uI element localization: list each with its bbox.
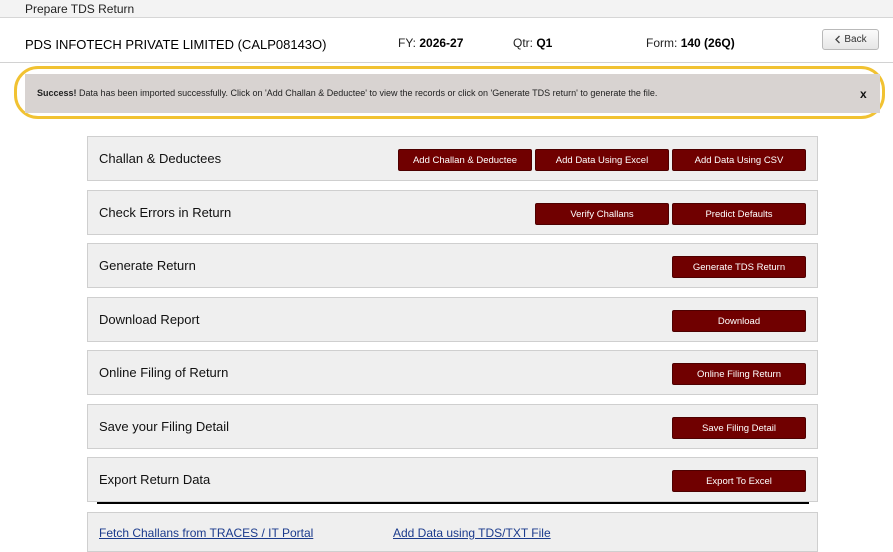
add-data-csv-button[interactable]: Add Data Using CSV bbox=[672, 149, 806, 171]
fetch-challans-link[interactable]: Fetch Challans from TRACES / IT Portal bbox=[99, 526, 313, 540]
online-filing-return-button[interactable]: Online Filing Return bbox=[672, 363, 806, 385]
section-title: Download Report bbox=[99, 312, 200, 327]
predict-defaults-button[interactable]: Predict Defaults bbox=[672, 203, 806, 225]
alert-close-button[interactable]: x bbox=[860, 87, 867, 101]
section-export-return-data: Export Return Data Export To Excel bbox=[87, 457, 818, 502]
section-divider bbox=[97, 502, 809, 504]
add-txt-data-link[interactable]: Add Data using TDS/TXT File bbox=[393, 526, 551, 540]
qtr-info: Qtr: Q1 bbox=[513, 36, 552, 50]
save-filing-detail-button[interactable]: Save Filing Detail bbox=[672, 417, 806, 439]
form-info: Form: 140 (26Q) bbox=[646, 36, 735, 50]
section-title: Export Return Data bbox=[99, 472, 211, 487]
generate-tds-return-button[interactable]: Generate TDS Return bbox=[672, 256, 806, 278]
section-generate-return: Generate Return Generate TDS Return bbox=[87, 243, 818, 288]
section-title: Online Filing of Return bbox=[99, 365, 229, 380]
fy-value: 2026-27 bbox=[419, 36, 464, 50]
section-title: Save your Filing Detail bbox=[99, 419, 230, 434]
alert-strong: Success! bbox=[37, 88, 77, 98]
form-label: Form: bbox=[646, 36, 678, 50]
window-title: Prepare TDS Return bbox=[25, 2, 135, 16]
page-header: PDS INFOTECH PRIVATE LIMITED (CALP08143O… bbox=[0, 18, 893, 63]
link-panel: Fetch Challans from TRACES / IT Portal A… bbox=[87, 512, 818, 552]
section-online-filing: Online Filing of Return Online Filing Re… bbox=[87, 350, 818, 395]
fy-info: FY: 2026-27 bbox=[398, 36, 463, 50]
section-check-errors: Check Errors in Return Verify Challans P… bbox=[87, 190, 818, 235]
alert-message: Success! Data has been imported successf… bbox=[37, 88, 657, 98]
export-to-excel-button[interactable]: Export To Excel bbox=[672, 470, 806, 492]
success-alert: Success! Data has been imported successf… bbox=[25, 74, 880, 113]
section-save-filing-detail: Save your Filing Detail Save Filing Deta… bbox=[87, 404, 818, 449]
qtr-value: Q1 bbox=[536, 36, 553, 50]
section-title: Generate Return bbox=[99, 258, 196, 273]
company-name: PDS INFOTECH PRIVATE LIMITED (CALP08143O… bbox=[25, 37, 327, 52]
section-challan-deductees: Challan & Deductees Add Challan & Deduct… bbox=[87, 136, 818, 181]
qtr-label: Qtr: bbox=[513, 36, 533, 50]
download-button[interactable]: Download bbox=[672, 310, 806, 332]
add-challan-deductee-button[interactable]: Add Challan & Deductee bbox=[398, 149, 532, 171]
section-download-report: Download Report Download bbox=[87, 297, 818, 342]
window-titlebar: Prepare TDS Return bbox=[0, 0, 893, 18]
form-value: 140 (26Q) bbox=[680, 36, 735, 50]
back-label: Back bbox=[844, 34, 867, 45]
fy-label: FY: bbox=[398, 36, 417, 50]
chevron-left-icon bbox=[835, 35, 841, 44]
section-title: Challan & Deductees bbox=[99, 151, 222, 166]
back-button[interactable]: Back bbox=[822, 29, 879, 50]
section-title: Check Errors in Return bbox=[99, 205, 232, 220]
alert-text: Data has been imported successfully. Cli… bbox=[79, 88, 658, 98]
add-data-excel-button[interactable]: Add Data Using Excel bbox=[535, 149, 669, 171]
verify-challans-button[interactable]: Verify Challans bbox=[535, 203, 669, 225]
